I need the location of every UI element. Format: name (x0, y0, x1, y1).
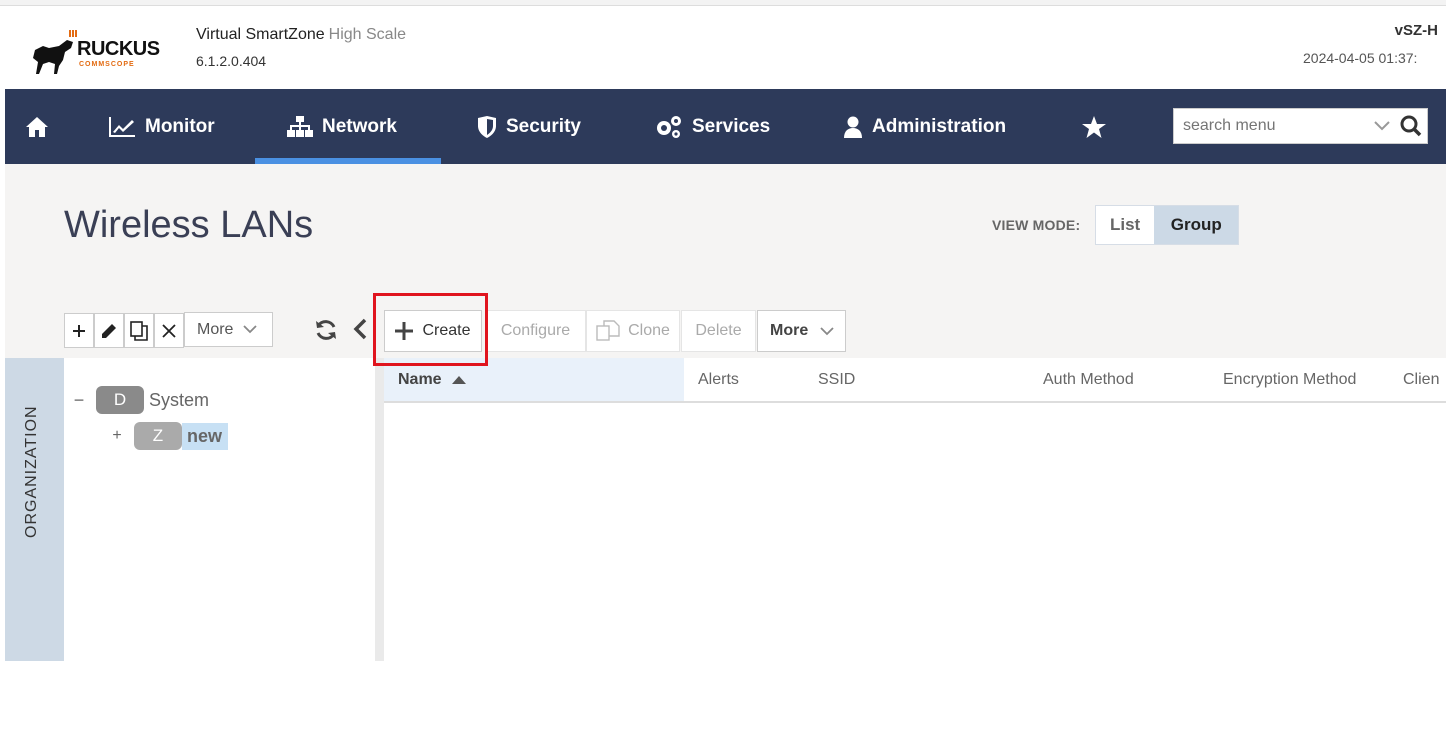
column-alerts[interactable]: Alerts (698, 358, 739, 401)
plus-icon (73, 324, 85, 337)
nav-security-label: Security (506, 115, 581, 137)
logo-sub-text: COMMSCOPE (79, 61, 135, 68)
column-auth-method[interactable]: Auth Method (1043, 358, 1134, 401)
column-encryption-method[interactable]: Encryption Method (1223, 358, 1356, 401)
nav-home[interactable] (25, 89, 49, 164)
product-edition: High Scale (328, 26, 407, 43)
ruckus-dog-icon (33, 30, 77, 74)
tree-node-label: System (149, 389, 210, 410)
delete-button[interactable]: Delete (681, 310, 756, 352)
grid-more-button[interactable]: More (757, 310, 846, 352)
nav-administration-label: Administration (872, 115, 1007, 137)
home-icon (26, 116, 48, 137)
collapse-tree-icon[interactable] (353, 318, 367, 340)
close-icon (162, 323, 176, 338)
nav-monitor-label: Monitor (145, 115, 215, 137)
configure-button[interactable]: Configure (485, 310, 586, 352)
chevron-down-icon[interactable] (1374, 121, 1390, 131)
tree-collapse-toggle[interactable]: − (72, 390, 86, 411)
domain-badge: D (96, 386, 144, 414)
column-ssid[interactable]: SSID (818, 358, 855, 401)
clone-button[interactable]: Clone (586, 310, 680, 352)
tree-clone-button[interactable] (124, 313, 154, 348)
nav-network[interactable]: Network (255, 89, 441, 164)
tree-delete-button[interactable] (154, 313, 184, 348)
copy-icon (596, 320, 620, 341)
shield-icon (478, 115, 496, 138)
tree-edit-button[interactable] (94, 313, 124, 348)
tree-scrollbar[interactable] (375, 358, 384, 661)
controller-hostname[interactable]: vSZ-H (1395, 22, 1438, 39)
delete-label: Delete (695, 322, 742, 339)
product-name: Virtual SmartZone High Scale (196, 26, 406, 44)
tree-more-button[interactable]: More (184, 312, 273, 347)
tree-expand-toggle[interactable]: + (110, 427, 124, 445)
chevron-down-icon (243, 325, 258, 334)
organization-tab[interactable]: ORGANIZATION (5, 358, 64, 661)
system-datetime: 2024-04-05 01:37: (1303, 50, 1418, 66)
nav-services-label: Services (692, 115, 771, 137)
page-title: Wireless LANs (64, 204, 314, 246)
pencil-icon (102, 323, 116, 338)
star-icon (1082, 115, 1106, 138)
column-name-label: Name (398, 370, 442, 388)
tree-add-button[interactable] (64, 313, 94, 348)
main-nav: Monitor Network Security Services Admini… (5, 89, 1446, 164)
ruckus-logo[interactable]: RUCKUS COMMSCOPE (29, 18, 164, 76)
chevron-down-icon (820, 326, 834, 335)
grid-header: Name Alerts SSID Auth Method Encryption … (384, 358, 1446, 403)
column-clients[interactable]: Clien (1403, 358, 1439, 401)
view-mode-label: VIEW MODE: (992, 217, 1081, 233)
wlan-grid: Name Alerts SSID Auth Method Encryption … (384, 358, 1446, 661)
tree-node-new[interactable]: + Z new (110, 422, 229, 450)
copy-icon (130, 320, 148, 341)
nav-services[interactable]: Services (655, 89, 770, 164)
logo-brand-text: RUCKUS (77, 38, 160, 60)
create-highlight-box (373, 293, 488, 366)
gears-icon (657, 115, 681, 138)
sitemap-icon (287, 115, 313, 137)
tree-more-label: More (197, 320, 234, 338)
zone-badge: Z (134, 422, 182, 450)
nav-security[interactable]: Security (477, 89, 581, 164)
product-version: 6.1.2.0.404 (196, 53, 267, 69)
tree-node-system[interactable]: − D System (72, 386, 209, 414)
nav-network-label: Network (322, 115, 397, 137)
organization-tree: − D System + Z new (64, 358, 375, 661)
configure-label: Configure (500, 322, 571, 339)
grid-more-label: More (770, 322, 809, 339)
nav-administration[interactable]: Administration (843, 89, 1006, 164)
nav-monitor[interactable]: Monitor (108, 89, 215, 164)
nav-favorites[interactable] (1082, 89, 1106, 164)
search-icon[interactable] (1400, 115, 1422, 137)
view-mode-toggle: List Group (1095, 205, 1240, 245)
search-menu-box[interactable] (1173, 108, 1428, 144)
tree-node-label: new (182, 422, 229, 450)
refresh-icon[interactable] (314, 318, 338, 342)
view-mode-group[interactable]: Group (1154, 206, 1239, 244)
search-menu-input[interactable] (1183, 117, 1368, 135)
sort-ascending-icon (451, 375, 466, 384)
chart-line-icon (109, 116, 135, 137)
product-name-text: Virtual SmartZone (196, 26, 325, 43)
app-header: RUCKUS COMMSCOPE Virtual SmartZone High S… (5, 6, 1446, 89)
view-mode-list[interactable]: List (1096, 206, 1155, 244)
organization-label: ORGANIZATION (23, 405, 40, 538)
clone-label: Clone (628, 322, 670, 339)
user-icon (844, 116, 862, 138)
